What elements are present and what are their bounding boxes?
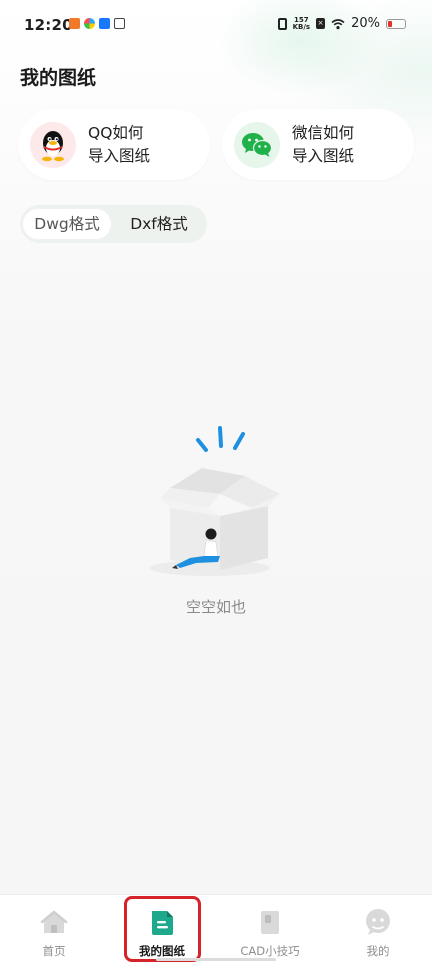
network-speed: 157 KB/s bbox=[292, 16, 311, 31]
empty-state-text: 空空如也 bbox=[185, 598, 246, 616]
nav-item-profile[interactable]: 我的 bbox=[324, 895, 432, 965]
home-icon bbox=[40, 910, 68, 933]
battery-percent: 20% bbox=[351, 16, 380, 31]
tab-dwg-format[interactable]: Dwg格式 bbox=[23, 209, 111, 239]
home-indicator[interactable] bbox=[156, 958, 276, 961]
network-speed-unit: KB/s bbox=[292, 22, 311, 31]
status-bar: 12:20 157 KB/s × 20% bbox=[0, 0, 432, 52]
profile-face-icon bbox=[366, 909, 390, 935]
nav-item-my-drawings[interactable]: 我的图纸 bbox=[108, 895, 216, 965]
battery-level bbox=[388, 20, 392, 27]
nav-item-cad-tips[interactable]: CAD小技巧 bbox=[216, 895, 324, 965]
wechat-import-guide-card[interactable]: 微信如何 导入图纸 bbox=[222, 109, 414, 180]
drawing-doc-icon bbox=[152, 911, 173, 935]
wechat-icon bbox=[242, 132, 273, 157]
notification-app-icon bbox=[69, 18, 80, 29]
nav-item-home[interactable]: 首页 bbox=[0, 895, 108, 965]
vibrate-icon bbox=[277, 17, 287, 30]
qq-icon-wrap bbox=[30, 121, 76, 168]
qq-guide-line1: QQ如何 bbox=[88, 123, 144, 142]
tab-dxf-format[interactable]: Dxf格式 bbox=[117, 209, 201, 239]
nav-label-home: 首页 bbox=[42, 944, 66, 958]
page-title: 我的图纸 bbox=[20, 67, 97, 89]
qq-guide-line2: 导入图纸 bbox=[88, 146, 151, 165]
nav-label-cad-tips: CAD小技巧 bbox=[240, 944, 300, 958]
wifi-icon bbox=[331, 18, 345, 29]
empty-box-illustration bbox=[150, 426, 280, 576]
bottom-nav: 首页 我的图纸 CAD小技巧 我的 bbox=[0, 894, 432, 965]
qq-penguin-icon bbox=[42, 130, 64, 161]
status-notification-icons bbox=[69, 18, 125, 29]
wechat-guide-line2: 导入图纸 bbox=[292, 146, 355, 165]
notification-app-icon bbox=[114, 18, 125, 29]
battery-icon bbox=[386, 18, 406, 29]
qq-import-guide-card[interactable]: QQ如何 导入图纸 bbox=[18, 109, 210, 180]
notification-app-icon bbox=[84, 18, 95, 29]
status-time: 12:20 bbox=[24, 16, 73, 34]
notification-app-icon bbox=[99, 18, 110, 29]
wechat-guide-text: 微信如何 导入图纸 bbox=[292, 122, 354, 168]
nav-label-profile: 我的 bbox=[366, 944, 390, 958]
format-tab-group: Dwg格式 Dxf格式 bbox=[20, 205, 207, 243]
status-right-group: 157 KB/s × 20% bbox=[277, 16, 406, 31]
qq-guide-text: QQ如何 导入图纸 bbox=[88, 122, 150, 168]
nav-label-my-drawings: 我的图纸 bbox=[139, 944, 185, 958]
no-sim-icon: × bbox=[316, 18, 326, 29]
wechat-guide-line1: 微信如何 bbox=[292, 123, 355, 142]
wechat-icon-wrap bbox=[234, 121, 280, 168]
book-icon bbox=[261, 911, 279, 934]
